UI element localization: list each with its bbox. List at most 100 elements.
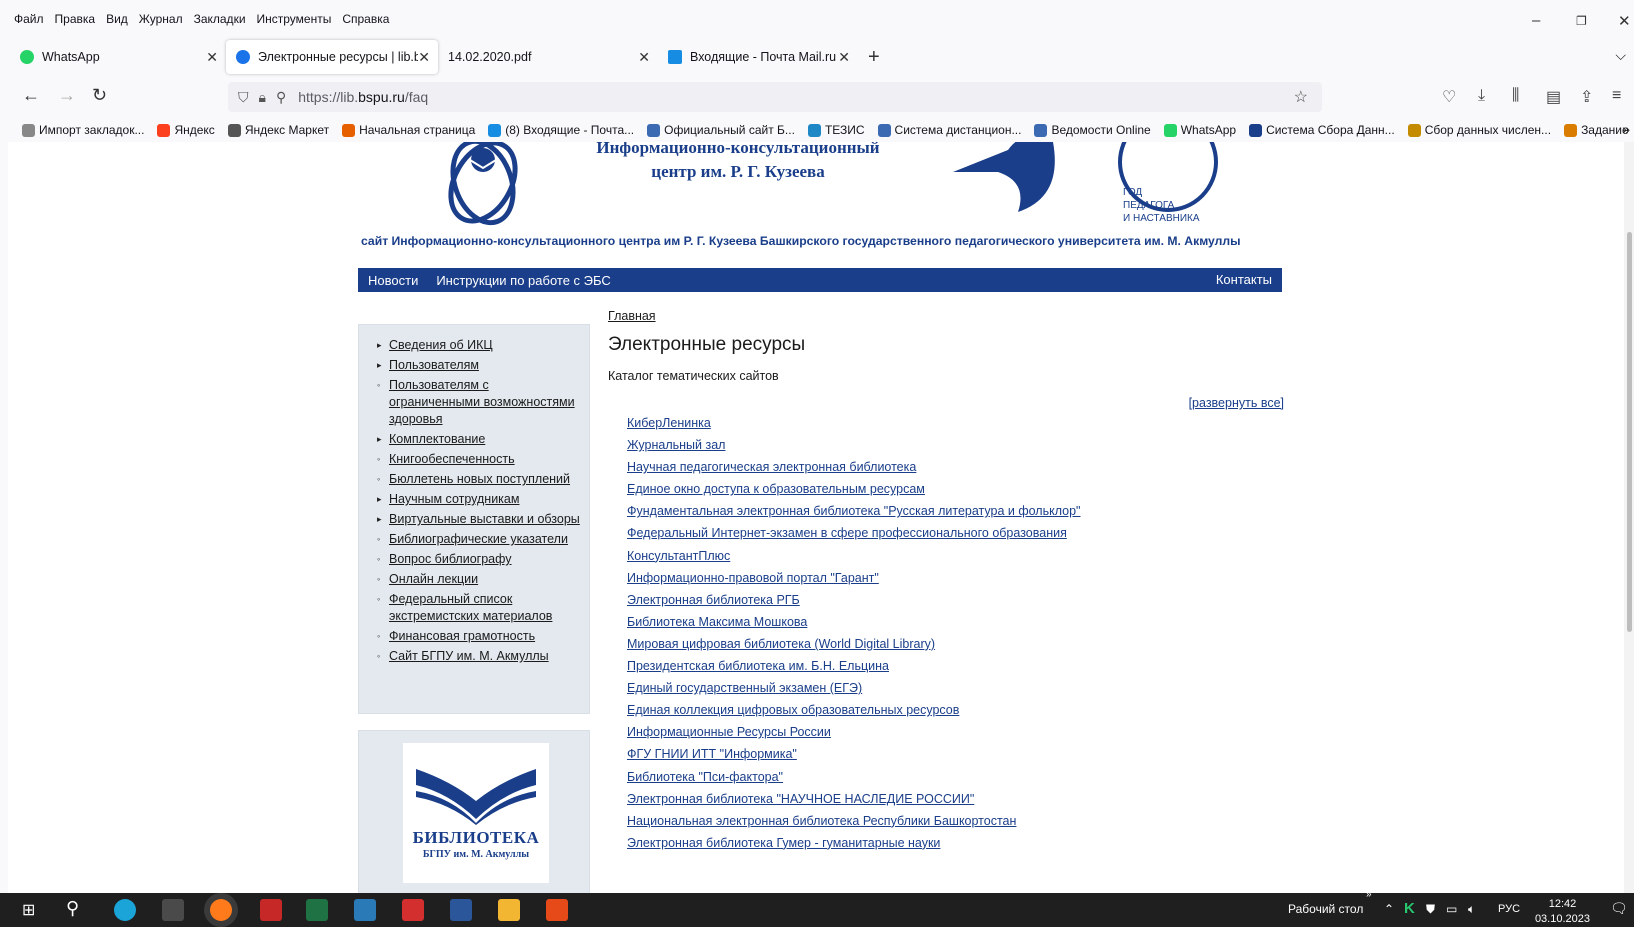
sidebar-item[interactable]: ▸ Комплектование — [377, 431, 581, 448]
page-scrollbar[interactable] — [1624, 142, 1634, 893]
close-icon[interactable]: ✕ — [638, 49, 650, 66]
sidebar-link[interactable]: Федеральный список экстремистских матери… — [389, 592, 552, 623]
forward-icon[interactable]: → — [58, 85, 76, 106]
bookmark-item[interactable]: Начальная страница — [342, 123, 475, 137]
bookmark-item[interactable]: ТЕЗИС — [807, 123, 865, 137]
menu-item[interactable]: Справка — [342, 12, 389, 26]
bookmarks-overflow-icon[interactable]: » — [1622, 121, 1630, 137]
excel-icon[interactable] — [306, 899, 328, 921]
bookmark-item[interactable]: Импорт закладок... — [22, 123, 144, 137]
resource-link[interactable]: Мировая цифровая библиотека (World Digit… — [627, 637, 935, 651]
sidebar-link[interactable]: Бюллетень новых поступлений — [389, 472, 570, 486]
file-explorer-icon[interactable] — [498, 899, 520, 921]
bookmark-item[interactable]: Яндекс Маркет — [227, 123, 329, 137]
library-logo[interactable]: БИБЛИОТЕКА БГПУ им. М. Акмуллы — [403, 743, 549, 883]
sidebar-item[interactable]: ◦ Вопрос библиографу — [377, 551, 581, 568]
bookmark-item[interactable]: (8) Входящие - Почта... — [488, 123, 634, 137]
url-text[interactable]: https://lib.bspu.ru/faq — [298, 89, 428, 105]
resource-link[interactable]: Журнальный зал — [627, 438, 725, 452]
firefox-icon[interactable] — [210, 899, 232, 921]
nav-news[interactable]: Новости — [368, 273, 418, 288]
bookmark-item[interactable]: Ведомости Online — [1034, 123, 1151, 137]
close-window-icon[interactable]: ✕ — [1618, 12, 1631, 30]
menu-item[interactable]: Вид — [106, 12, 128, 26]
sidebar-link[interactable]: Книгообеспеченность — [389, 452, 515, 466]
nav-contacts[interactable]: Контакты — [1216, 272, 1272, 287]
reload-icon[interactable]: ↻ — [92, 85, 107, 106]
word-icon[interactable] — [450, 899, 472, 921]
security-tray-icon[interactable]: ⛊ — [1426, 902, 1435, 917]
tab-mail[interactable]: Входящие - Почта Mail.ru ✕ — [658, 40, 858, 74]
sidebar-item[interactable]: ◦ Онлайн лекции — [377, 571, 581, 588]
clock[interactable]: 12:42 03.10.2023 — [1535, 897, 1590, 927]
language-indicator[interactable]: РУС — [1498, 903, 1520, 915]
notifications-icon[interactable]: 🗨︎ — [1610, 900, 1628, 917]
resource-link[interactable]: Научная педагогическая электронная библи… — [627, 460, 916, 474]
resource-link[interactable]: Федеральный Интернет-экзамен в сфере про… — [627, 526, 1067, 540]
lock-icon[interactable]: 🔒︎ — [259, 89, 266, 106]
sidebar-link[interactable]: Пользователям — [389, 358, 479, 372]
app-icon[interactable] — [354, 899, 376, 921]
sidebar-item[interactable]: ◦ Финансовая грамотность — [377, 628, 581, 645]
resource-link[interactable]: Национальная электронная библиотека Респ… — [627, 814, 1016, 828]
bookmark-item[interactable]: WhatsApp — [1163, 123, 1236, 137]
sidebar-link[interactable]: Комплектование — [389, 432, 485, 446]
resource-link[interactable]: Единая коллекция цифровых образовательны… — [627, 703, 959, 717]
sidebar-item[interactable]: ▸ Виртуальные выставки и обзоры — [377, 511, 581, 528]
sidebar-link[interactable]: Сайт БГПУ им. М. Акмуллы — [389, 649, 549, 663]
close-icon[interactable]: ✕ — [418, 49, 430, 66]
sidebar-item[interactable]: ◦ Сайт БГПУ им. М. Акмуллы — [377, 648, 581, 665]
expand-all-link[interactable]: [развернуть все] — [1189, 396, 1284, 410]
restore-icon[interactable]: ❐ — [1576, 14, 1587, 28]
sidebar-item[interactable]: ▸ Научным сотрудникам — [377, 491, 581, 508]
menu-icon[interactable]: ≡ — [1612, 87, 1621, 105]
bookmark-item[interactable]: Официальный сайт Б... — [647, 123, 795, 137]
kaspersky-icon[interactable]: K — [1404, 900, 1415, 917]
sidebar-icon[interactable]: ▤ — [1546, 87, 1561, 107]
windows-start-icon[interactable]: ⊞ — [22, 900, 35, 920]
photo-app-icon[interactable] — [546, 899, 568, 921]
acrobat-icon[interactable] — [402, 899, 424, 921]
bookmark-item[interactable]: Задание — [1564, 123, 1629, 137]
network-icon[interactable]: ▭ — [1446, 902, 1457, 916]
sidebar-item[interactable]: ◦ Бюллетень новых поступлений — [377, 471, 581, 488]
shield-icon[interactable]: ⛉ — [238, 89, 249, 106]
toolbar-expand-icon[interactable]: » — [1366, 889, 1372, 900]
sidebar-link[interactable]: Пользователям с ограниченными возможност… — [389, 378, 575, 426]
desktop-label[interactable]: Рабочий стол — [1288, 902, 1363, 916]
resource-link[interactable]: ФГУ ГНИИ ИТТ "Информика" — [627, 747, 797, 761]
sidebar-link[interactable]: Библиографические указатели — [389, 532, 568, 546]
breadcrumb-home[interactable]: Главная — [608, 309, 656, 323]
sidebar-link[interactable]: Научным сотрудникам — [389, 492, 519, 506]
resource-link[interactable]: Электронная библиотека Гумер - гуманитар… — [627, 836, 940, 850]
tab-electronic-resources[interactable]: Электронные ресурсы | lib.bsp ✕ — [226, 40, 438, 74]
sidebar-link[interactable]: Онлайн лекции — [389, 572, 478, 586]
resource-link[interactable]: Единое окно доступа к образовательным ре… — [627, 482, 925, 496]
menu-item[interactable]: Закладки — [194, 12, 246, 26]
menu-item[interactable]: Инструменты — [257, 12, 332, 26]
sidebar-item[interactable]: ◦ Книгообеспеченность — [377, 451, 581, 468]
sidebar-item[interactable]: ◦ Пользователям с ограниченными возможнос… — [377, 377, 581, 428]
resource-link[interactable]: КонсультантПлюс — [627, 549, 730, 563]
url-bar[interactable]: ⛉ 🔒︎ ⚲ https://lib.bspu.ru/faq ☆ — [228, 82, 1322, 112]
resource-link[interactable]: Электронная библиотека РГБ — [627, 593, 800, 607]
menu-item[interactable]: Правка — [55, 12, 96, 26]
scrollbar-thumb[interactable] — [1627, 232, 1632, 632]
library-banner[interactable]: БИБЛИОТЕКА БГПУ им. М. Акмуллы — [358, 730, 590, 893]
new-tab-icon[interactable]: + — [868, 46, 880, 69]
bookmark-star-icon[interactable]: ☆ — [1294, 87, 1308, 107]
resource-link[interactable]: Единый государственный экзамен (ЕГЭ) — [627, 681, 862, 695]
sidebar-item[interactable]: ◦ Федеральный список экстремистских матер… — [377, 591, 581, 625]
tray-up-icon[interactable]: ⌃ — [1384, 902, 1394, 916]
resource-link[interactable]: Информационно-правовой портал "Гарант" — [627, 571, 879, 585]
pocket-icon[interactable]: ♡ — [1442, 87, 1456, 107]
bookmark-item[interactable]: Яндекс — [157, 123, 215, 137]
sidebar-link[interactable]: Вопрос библиографу — [389, 552, 512, 566]
volume-icon[interactable]: 🔈︎ — [1468, 902, 1475, 917]
resource-link[interactable]: Информационные Ресурсы России — [627, 725, 831, 739]
tab-whatsapp[interactable]: WhatsApp ✕ — [10, 40, 226, 74]
menu-item[interactable]: Журнал — [139, 12, 183, 26]
permissions-icon[interactable]: ⚲ — [276, 89, 286, 106]
sidebar-link[interactable]: Виртуальные выставки и обзоры — [389, 512, 580, 526]
resource-link[interactable]: КиберЛенинка — [627, 416, 711, 430]
